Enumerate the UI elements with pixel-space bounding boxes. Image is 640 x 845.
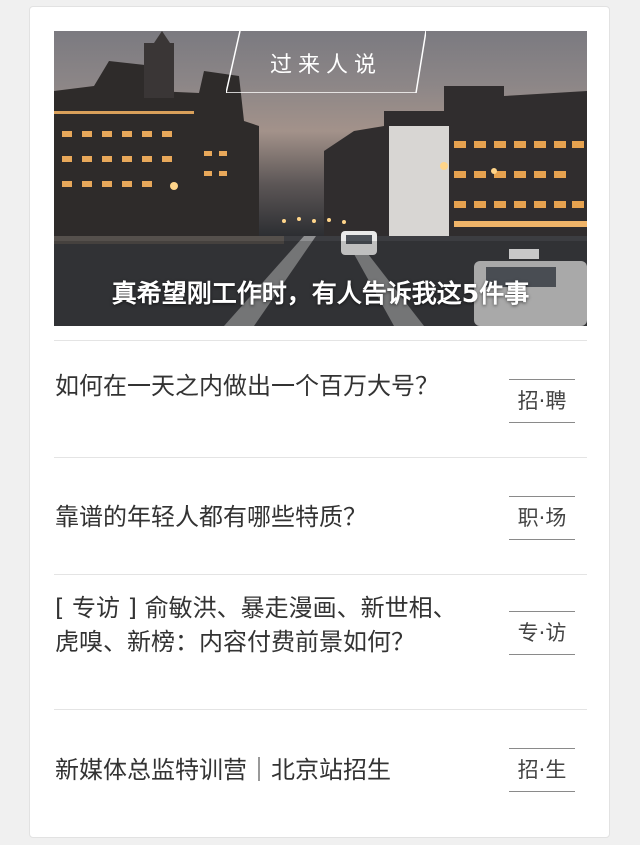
article-item[interactable]: 新媒体总监特训营｜北京站招生 招·生 [54, 710, 587, 826]
article-card: 过来人说 真希望刚工作时，有人告诉我这5件事 如何在一天之内做出一个百万大号？ … [29, 6, 610, 838]
article-tag: 职·场 [509, 496, 575, 540]
hero-banner[interactable]: 过来人说 真希望刚工作时，有人告诉我这5件事 [54, 31, 587, 326]
article-title: 靠谱的年轻人都有哪些特质？ [55, 503, 367, 531]
article-tag: 招·聘 [509, 379, 575, 423]
article-title: 新媒体总监特训营｜北京站招生 [55, 756, 391, 784]
article-item[interactable]: 如何在一天之内做出一个百万大号？ 招·聘 [54, 341, 587, 458]
hero-tag: 过来人说 [226, 31, 426, 93]
article-item[interactable]: [ 专访 ] 俞敏洪、暴走漫画、新世相、虎嗅、新榜：内容付费前景如何？ 专·访 [54, 575, 587, 710]
hero-caption: 真希望刚工作时，有人告诉我这5件事 [111, 279, 530, 308]
hero-tag-label: 过来人说 [269, 53, 382, 78]
article-tag: 专·访 [509, 611, 575, 655]
article-tag: 招·生 [509, 748, 575, 792]
article-title: [ 专访 ] 俞敏洪、暴走漫画、新世相、虎嗅、新榜：内容付费前景如何？ [55, 594, 457, 656]
article-title: 如何在一天之内做出一个百万大号？ [55, 372, 439, 400]
article-item[interactable]: 靠谱的年轻人都有哪些特质？ 职·场 [54, 458, 587, 575]
